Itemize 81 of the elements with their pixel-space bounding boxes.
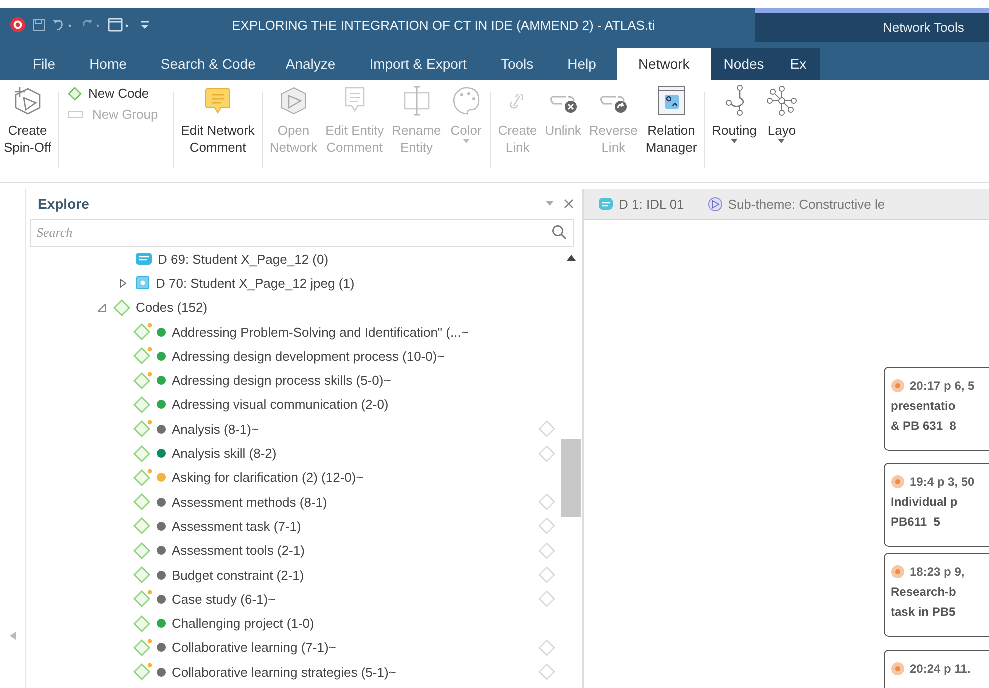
network-node[interactable]: 20:17 p 6, 5 presentatio & PB 631_8 bbox=[884, 367, 989, 451]
collapse-arrow-icon[interactable] bbox=[10, 632, 16, 640]
ribbon-button[interactable]: Layo bbox=[760, 84, 803, 144]
node-text: 20:24 p 11. bbox=[910, 661, 971, 678]
code-item[interactable]: Collaborative learning strategies (5-1)~ bbox=[172, 664, 396, 680]
window-title: EXPLORING THE INTEGRATION OF CT IN IDE (AMMEND 2) - ATLAS.ti bbox=[232, 18, 656, 32]
menu-tab[interactable]: Ex bbox=[777, 48, 820, 80]
editor-tab[interactable]: D 1: IDL 01 bbox=[598, 196, 684, 212]
code-item[interactable]: Asking for clarification (2) (12-0)~ bbox=[172, 470, 364, 486]
node-text: task in PB5 bbox=[891, 604, 956, 621]
expand-arrow-icon[interactable] bbox=[98, 304, 106, 312]
diamond-icon bbox=[68, 86, 82, 100]
ribbon-button[interactable]: Create Spin-Off bbox=[0, 84, 56, 156]
scrollbar-thumb[interactable] bbox=[561, 439, 581, 517]
code-item[interactable]: Case study (6-1)~ bbox=[172, 592, 276, 607]
code-item[interactable]: Budget constraint (2-1) bbox=[172, 568, 304, 582]
undo-icon[interactable] bbox=[52, 18, 74, 32]
close-icon[interactable] bbox=[564, 199, 574, 209]
menu-tab[interactable]: Help bbox=[554, 48, 610, 80]
context-tab-header: Network Tools bbox=[755, 8, 989, 42]
code-item[interactable]: Addressing Problem-Solving and Identification" (...~ bbox=[172, 324, 469, 340]
dropdown-icon[interactable] bbox=[546, 201, 554, 207]
code-item[interactable]: Collaborative learning (7-1)~ bbox=[172, 640, 336, 656]
document-icon bbox=[598, 197, 614, 211]
menu-tab[interactable]: Home bbox=[76, 48, 140, 80]
menu-tab[interactable]: File bbox=[20, 48, 69, 80]
menu-tab[interactable]: Tools bbox=[488, 48, 547, 80]
code-item[interactable]: Adressing design development process (10-0)~ bbox=[172, 348, 445, 364]
menu-tab[interactable]: Search & Code bbox=[148, 48, 269, 80]
node-text: & PB 631_8 bbox=[891, 418, 956, 435]
node-text: Research-b bbox=[891, 584, 956, 601]
node-text: 20:17 p 6, 5 bbox=[910, 378, 975, 395]
code-item[interactable]: Analysis (8-1)~ bbox=[172, 422, 260, 437]
panel-title: Explore bbox=[38, 196, 90, 212]
node-text: PB611_5 bbox=[891, 514, 940, 531]
code-item[interactable]: Challenging project (1-0) bbox=[172, 616, 314, 632]
ribbon-icon bbox=[548, 95, 578, 114]
menu-tab[interactable]: Network bbox=[617, 48, 711, 80]
image-document-icon bbox=[135, 276, 151, 290]
search-icon bbox=[552, 225, 567, 240]
ribbon-button[interactable]: Relation Manager bbox=[642, 84, 702, 156]
code-item[interactable]: Assessment tools (2-1) bbox=[172, 543, 305, 558]
quotation-icon bbox=[891, 379, 905, 393]
quotation-icon bbox=[891, 565, 905, 579]
code-item[interactable]: Adressing design process skills (5-0)~ bbox=[172, 373, 392, 388]
menu-tab[interactable]: Nodes bbox=[710, 48, 778, 80]
scroll-up-icon[interactable] bbox=[566, 255, 576, 261]
code-item[interactable]: Analysis skill (8-2) bbox=[172, 446, 277, 462]
code-item[interactable]: Adressing visual communication (2-0) bbox=[172, 397, 389, 412]
network-node[interactable]: 18:23 p 9, Research-b task in PB5 bbox=[884, 553, 989, 637]
menu-tab[interactable]: Analyze bbox=[272, 48, 349, 80]
network-node[interactable]: 19:4 p 3, 50 Individual p PB611_5 bbox=[884, 463, 989, 547]
ribbon-button[interactable]: Edit Network Comment bbox=[177, 84, 259, 156]
code-item[interactable]: Assessment task (7-1) bbox=[172, 518, 302, 534]
document-icon bbox=[135, 252, 153, 266]
network-node[interactable]: 20:24 p 11. bbox=[884, 650, 989, 688]
code-group-icon bbox=[113, 298, 131, 317]
expand-arrow-icon[interactable] bbox=[120, 278, 128, 288]
node-text: presentatio bbox=[891, 398, 956, 415]
save-icon[interactable] bbox=[32, 18, 46, 32]
ribbon-icon bbox=[726, 85, 744, 116]
app-logo-icon bbox=[10, 17, 26, 33]
node-text: 18:23 p 9, bbox=[910, 564, 965, 581]
network-icon bbox=[708, 196, 724, 212]
editor-tab[interactable]: Sub-theme: Constructive le bbox=[708, 196, 886, 212]
code-item[interactable]: Assessment methods (8-1) bbox=[172, 494, 328, 510]
node-text: 19:4 p 3, 50 bbox=[910, 474, 975, 491]
folder-icon bbox=[68, 110, 86, 120]
code-group-item[interactable]: Codes (152) bbox=[136, 300, 208, 316]
search-field[interactable]: Search bbox=[30, 219, 574, 247]
menu-tab[interactable]: Import & Export bbox=[356, 48, 480, 80]
ribbon-icon bbox=[599, 95, 628, 114]
quotation-icon bbox=[891, 662, 905, 676]
ribbon-button[interactable]: New Code bbox=[68, 84, 150, 103]
ribbon-icon bbox=[764, 84, 799, 118]
document-item[interactable]: D 70: Student X_Page_12 jpeg (1) bbox=[156, 276, 355, 291]
node-text: Individual p bbox=[891, 494, 958, 511]
document-item[interactable]: D 69: Student X_Page_12 (0) bbox=[158, 252, 329, 267]
quotation-icon bbox=[891, 475, 905, 489]
ribbon-icon bbox=[510, 94, 526, 109]
ribbon-button[interactable]: Routing bbox=[708, 84, 761, 144]
